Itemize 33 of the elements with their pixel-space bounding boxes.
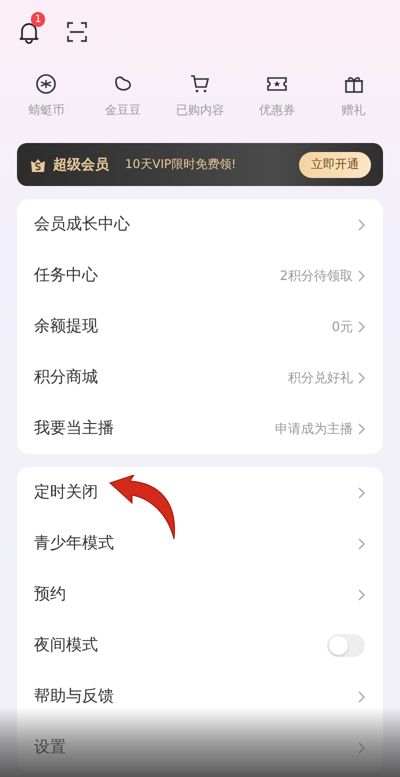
menu-item[interactable]: 积分商城 xyxy=(34,367,288,388)
chevron-icon xyxy=(357,690,365,702)
chevron-icon xyxy=(357,270,365,282)
open-vip-button[interactable]: 立即开通 xyxy=(299,152,371,178)
menu-item[interactable]: 预约 xyxy=(34,584,357,605)
vip-banner[interactable]: 超级会员 10天VIP限时免费领! 立即开通 xyxy=(17,143,383,186)
vip-title: 超级会员 xyxy=(53,156,109,174)
chevron-icon xyxy=(357,742,365,754)
chevron-icon xyxy=(357,372,365,384)
toggle-switch[interactable] xyxy=(327,634,365,657)
menu-item[interactable]: 任务中心 xyxy=(34,265,280,286)
chevron-icon xyxy=(357,538,365,550)
scan-icon[interactable] xyxy=(66,21,88,43)
menu-item[interactable]: 夜间模式 xyxy=(34,635,327,656)
menu-item[interactable]: 会员成长中心 xyxy=(34,214,357,235)
row-value: 0元 xyxy=(332,318,353,336)
bell-icon[interactable] xyxy=(18,20,40,44)
chevron-icon xyxy=(357,422,365,434)
menu-item[interactable]: 余额提现 xyxy=(34,316,332,337)
vip-promo: 10天VIP限时免费领! xyxy=(125,156,238,173)
chevron-icon xyxy=(357,588,365,600)
chevron-icon xyxy=(357,218,365,230)
coin-icon[interactable] xyxy=(34,72,58,96)
chevron-icon xyxy=(357,320,365,332)
notification-badge: 1 xyxy=(31,12,45,27)
row-value: 2积分待领取 xyxy=(280,268,353,284)
chevron-icon xyxy=(357,486,365,498)
menu-item[interactable]: 定时关闭 xyxy=(34,482,357,503)
menu-item[interactable]: 青少年模式 xyxy=(34,533,357,554)
menu-item[interactable]: 帮助与反馈 xyxy=(34,686,357,707)
row-value: 申请成为主播 xyxy=(275,420,353,438)
menu-item[interactable]: 我要当主播 xyxy=(34,418,275,439)
row-value: 积分兑好礼 xyxy=(288,370,353,386)
